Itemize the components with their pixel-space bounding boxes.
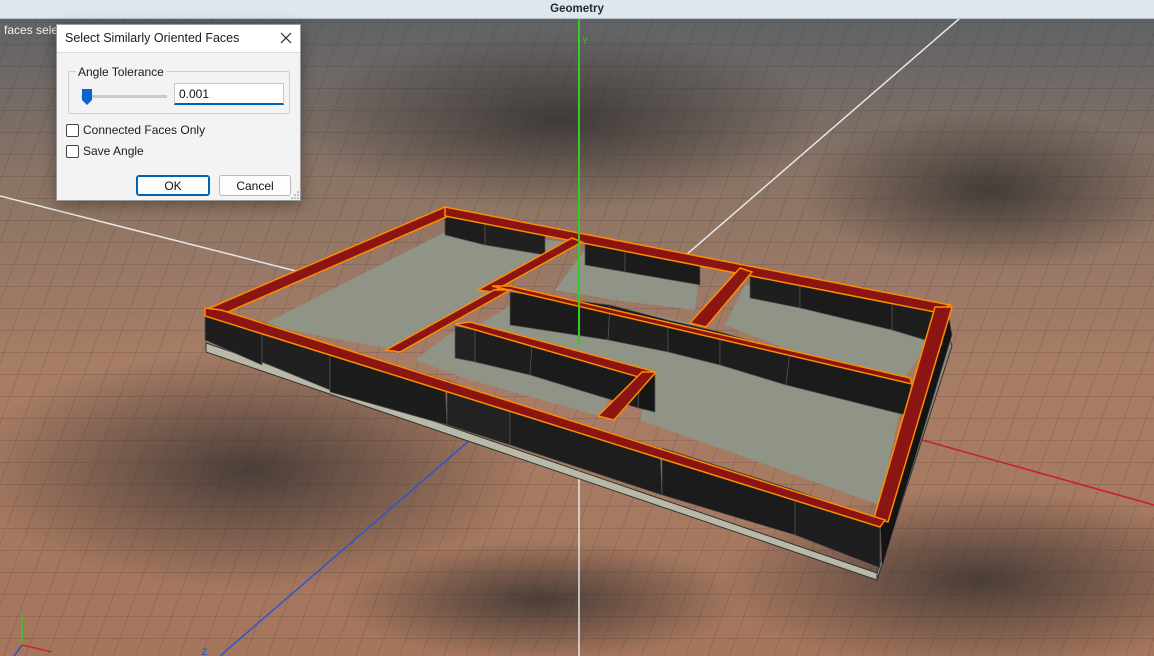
save-angle-checkbox[interactable]: Save Angle bbox=[66, 143, 144, 159]
angle-tolerance-slider[interactable] bbox=[81, 89, 167, 105]
select-faces-dialog: Select Similarly Oriented Faces Angle To… bbox=[56, 24, 301, 201]
cloud-shadow bbox=[340, 540, 740, 656]
slider-track bbox=[81, 95, 167, 98]
dialog-title: Select Similarly Oriented Faces bbox=[65, 31, 240, 45]
connected-faces-only-checkbox[interactable]: Connected Faces Only bbox=[66, 122, 205, 138]
close-icon[interactable] bbox=[275, 27, 297, 49]
checkbox-box[interactable] bbox=[66, 123, 79, 137]
angle-tolerance-label: Angle Tolerance bbox=[76, 65, 166, 79]
slider-thumb[interactable] bbox=[82, 89, 92, 105]
z-axis-label: Z bbox=[202, 647, 208, 656]
dialog-titlebar[interactable]: Select Similarly Oriented Faces bbox=[57, 25, 300, 53]
resize-grip-icon[interactable] bbox=[291, 191, 299, 199]
ok-button[interactable]: OK bbox=[136, 175, 210, 196]
save-angle-label: Save Angle bbox=[83, 144, 144, 158]
window-title: Geometry bbox=[0, 0, 1154, 19]
y-axis-label: Y bbox=[582, 36, 588, 46]
connected-faces-only-label: Connected Faces Only bbox=[83, 123, 206, 137]
checkbox-box[interactable] bbox=[66, 144, 79, 158]
angle-tolerance-input[interactable] bbox=[174, 83, 284, 105]
wall bbox=[454, 325, 476, 363]
cancel-button[interactable]: Cancel bbox=[219, 175, 291, 196]
cloud-shadow bbox=[300, 30, 820, 210]
